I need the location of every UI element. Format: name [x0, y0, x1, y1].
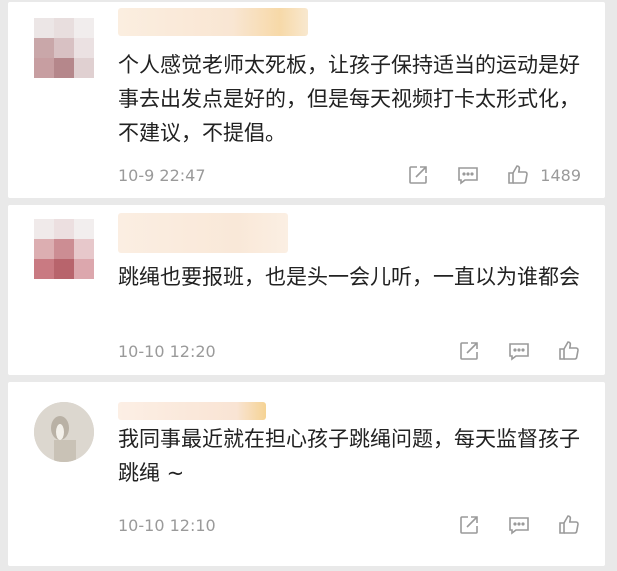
- thumb-up-icon: [559, 515, 579, 534]
- reply-button[interactable]: [507, 513, 531, 537]
- reply-button[interactable]: [507, 339, 531, 363]
- avatar-pixel: [34, 239, 54, 259]
- avatar-pixel: [74, 18, 94, 38]
- like-button[interactable]: [557, 513, 581, 537]
- username-blurred[interactable]: [118, 213, 288, 253]
- comment-text: 个人感觉老师太死板，让孩子保持适当的运动是好事去出发点是好的，但是每天视频打卡太…: [118, 53, 580, 145]
- avatar[interactable]: [34, 402, 94, 462]
- avatar-pixel: [74, 239, 94, 259]
- comment-meta: 10-9 22:47 1489: [118, 162, 581, 188]
- comment-time: 10-10 12:20: [118, 341, 216, 361]
- comment-icon: [509, 517, 529, 535]
- avatar-pixel: [54, 38, 74, 58]
- avatar-pixel: [74, 38, 94, 58]
- username-blurred[interactable]: [118, 402, 266, 420]
- avatar-pixel: [34, 219, 54, 239]
- avatar-pixel: [74, 219, 94, 239]
- avatar-pixel: [54, 58, 74, 78]
- avatar-pixel: [34, 58, 54, 78]
- comment-meta: 10-10 12:20: [118, 338, 581, 364]
- avatar-pixel: [74, 259, 94, 279]
- reply-button[interactable]: [456, 163, 480, 187]
- thumb-up-icon: [559, 341, 579, 360]
- avatar-pixel: [34, 259, 54, 279]
- avatar[interactable]: [34, 18, 94, 78]
- comment-text: 跳绳也要报班，也是头一会儿听，一直以为谁都会: [118, 265, 580, 289]
- comment-card: 个人感觉老师太死板，让孩子保持适当的运动是好事去出发点是好的，但是每天视频打卡太…: [8, 2, 605, 198]
- share-button[interactable]: [457, 513, 481, 537]
- like-button[interactable]: 1489: [506, 163, 581, 187]
- share-icon: [460, 342, 478, 360]
- comment-meta: 10-10 12:10: [118, 512, 581, 538]
- comment-icon: [458, 167, 479, 185]
- like-count: 1489: [540, 165, 581, 185]
- avatar[interactable]: [34, 219, 94, 279]
- avatar-pixel: [54, 219, 74, 239]
- username-blurred[interactable]: [118, 8, 308, 36]
- avatar-image: [34, 402, 94, 462]
- comment-text: 我同事最近就在担心孩子跳绳问题，每天监督孩子跳绳 ~: [118, 427, 580, 485]
- avatar-pixel: [34, 18, 54, 38]
- thumb-up-icon: [508, 165, 529, 184]
- share-button[interactable]: [457, 339, 481, 363]
- comment-icon: [509, 343, 529, 361]
- comment-time: 10-10 12:10: [118, 515, 216, 535]
- avatar-pixel: [54, 18, 74, 38]
- share-button[interactable]: [406, 163, 430, 187]
- share-icon: [460, 516, 478, 534]
- avatar-pixel: [74, 58, 94, 78]
- avatar-pixel: [54, 239, 74, 259]
- share-icon: [409, 166, 428, 184]
- avatar-pixel: [34, 38, 54, 58]
- comment-card: 跳绳也要报班，也是头一会儿听，一直以为谁都会 10-10 12:20: [8, 205, 605, 375]
- comment-card: 我同事最近就在担心孩子跳绳问题，每天监督孩子跳绳 ~ 10-10 12:10: [8, 382, 605, 566]
- like-button[interactable]: [557, 339, 581, 363]
- comment-time: 10-9 22:47: [118, 165, 206, 185]
- avatar-pixel: [54, 259, 74, 279]
